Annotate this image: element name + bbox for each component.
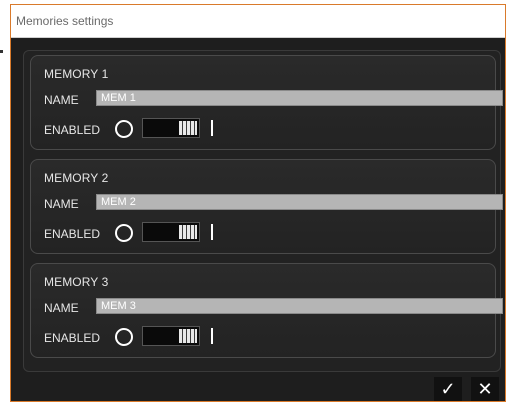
off-indicator-icon <box>115 328 133 346</box>
off-indicator-icon <box>115 120 133 138</box>
toggle-track[interactable] <box>142 222 200 242</box>
decorative-dot <box>0 50 3 53</box>
close-icon: ✕ <box>477 379 493 399</box>
title-bar: Memories settings <box>11 5 505 38</box>
enabled-label: ENABLED <box>44 123 101 137</box>
memory-group-3: MEMORY 3 NAME ENABLED <box>30 263 503 358</box>
window-title: Memories settings <box>16 14 114 28</box>
name-label: NAME <box>44 93 79 107</box>
toggle-thumb[interactable] <box>179 121 197 135</box>
memory-1-enabled-toggle[interactable] <box>115 117 215 141</box>
cancel-button[interactable]: ✕ <box>471 377 499 401</box>
toggle-thumb[interactable] <box>179 329 197 343</box>
memory-title: MEMORY 2 <box>44 171 109 185</box>
memory-title: MEMORY 1 <box>44 67 109 81</box>
memories-panel: MEMORY 1 NAME ENABLED MEMORY 2 NAME ENAB… <box>23 50 503 372</box>
on-indicator-icon <box>211 120 213 136</box>
on-indicator-icon <box>211 328 213 344</box>
enabled-label: ENABLED <box>44 331 101 345</box>
memories-settings-dialog: Memories settings MEMORY 1 NAME ENABLED … <box>10 4 506 402</box>
enabled-label: ENABLED <box>44 227 101 241</box>
toggle-track[interactable] <box>142 118 200 138</box>
ok-button[interactable]: ✓ <box>434 377 462 401</box>
memory-group-1: MEMORY 1 NAME ENABLED <box>30 55 503 150</box>
memory-3-enabled-toggle[interactable] <box>115 325 215 349</box>
on-indicator-icon <box>211 224 213 240</box>
memory-1-name-input[interactable] <box>96 90 503 106</box>
toggle-track[interactable] <box>142 326 200 346</box>
memory-3-name-input[interactable] <box>96 298 503 314</box>
memory-2-name-input[interactable] <box>96 194 503 210</box>
off-indicator-icon <box>115 224 133 242</box>
memory-group-2: MEMORY 2 NAME ENABLED <box>30 159 503 254</box>
memory-2-enabled-toggle[interactable] <box>115 221 215 245</box>
memory-title: MEMORY 3 <box>44 275 109 289</box>
name-label: NAME <box>44 197 79 211</box>
check-icon: ✓ <box>440 379 456 399</box>
toggle-thumb[interactable] <box>179 225 197 239</box>
name-label: NAME <box>44 301 79 315</box>
